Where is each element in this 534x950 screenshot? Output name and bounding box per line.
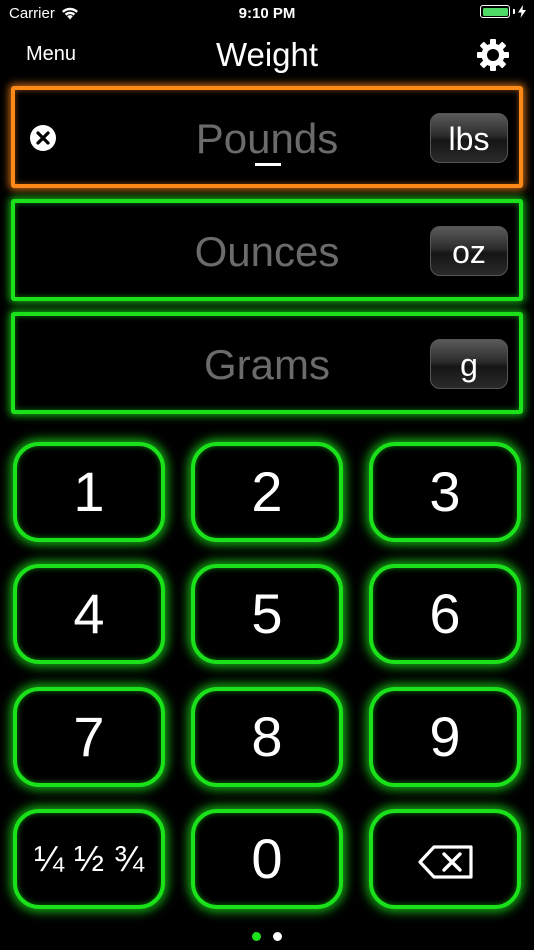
grams-unit-button[interactable]: g — [430, 339, 508, 389]
grams-field[interactable]: Grams g — [11, 312, 523, 414]
key-9[interactable]: 9 — [369, 687, 521, 787]
pounds-unit-button[interactable]: lbs — [430, 113, 508, 163]
key-3[interactable]: 3 — [369, 442, 521, 542]
status-time: 9:10 PM — [238, 5, 296, 22]
backspace-key[interactable] — [369, 809, 521, 909]
backspace-icon — [418, 845, 473, 879]
key-1[interactable]: 1 — [13, 442, 165, 542]
battery-icon — [480, 5, 510, 18]
nav-bar: Menu Weight — [0, 30, 534, 82]
page-indicator — [0, 932, 534, 942]
ounces-unit-button[interactable]: oz — [430, 226, 508, 276]
page-dot[interactable] — [273, 932, 282, 941]
battery-cap — [513, 9, 515, 14]
key-6[interactable]: 6 — [369, 564, 521, 664]
key-0[interactable]: 0 — [191, 809, 343, 909]
key-8[interactable]: 8 — [191, 687, 343, 787]
charging-bolt-icon — [518, 5, 526, 18]
key-2[interactable]: 2 — [191, 442, 343, 542]
text-caret — [255, 163, 281, 166]
pounds-field[interactable]: Pounds lbs — [11, 86, 523, 188]
ounces-field[interactable]: Ounces oz — [11, 199, 523, 301]
key-5[interactable]: 5 — [191, 564, 343, 664]
settings-gear-icon[interactable] — [476, 38, 510, 72]
page-dot-active[interactable] — [252, 932, 261, 941]
battery-indicator — [480, 5, 526, 18]
key-7[interactable]: 7 — [13, 687, 165, 787]
fractions-key[interactable]: ¼ ½ ¾ — [13, 809, 165, 909]
page-title: Weight — [215, 36, 319, 73]
status-bar: Carrier 9:10 PM — [0, 0, 534, 30]
key-4[interactable]: 4 — [13, 564, 165, 664]
battery-level — [482, 7, 508, 16]
